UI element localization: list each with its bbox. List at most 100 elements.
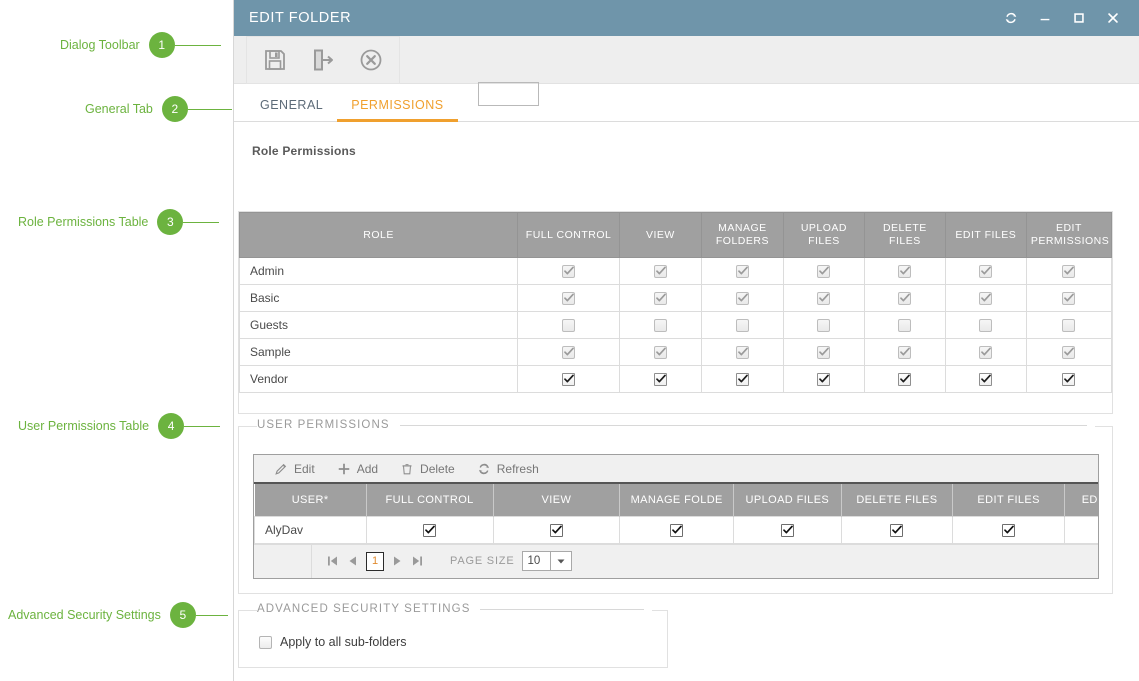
apply-subfolders-row[interactable]: Apply to all sub-folders xyxy=(259,635,667,649)
permission-checkbox[interactable] xyxy=(817,373,831,387)
user-permission-cell xyxy=(733,515,842,544)
permission-checkbox[interactable] xyxy=(735,373,749,387)
role-col-edit-permissions: EDIT PERMISSIONS xyxy=(1025,211,1113,259)
table-row: Admin xyxy=(238,257,1113,286)
check-mark-icon xyxy=(900,266,911,275)
permission-checkbox[interactable] xyxy=(653,373,667,387)
role-permission-cell xyxy=(618,365,702,394)
role-table-header-row: ROLE FULL CONTROL VIEW MANAGE FOLDERS UP… xyxy=(238,211,1113,259)
role-permission-cell xyxy=(863,338,946,367)
plus-icon xyxy=(337,462,351,476)
check-mark-icon xyxy=(425,525,435,534)
save-and-close-icon[interactable] xyxy=(299,40,347,80)
role-permission-cell xyxy=(782,257,865,286)
permission-checkbox xyxy=(898,319,912,333)
callout-5-label: Advanced Security Settings xyxy=(8,608,161,622)
role-permissions-table: ROLE FULL CONTROL VIEW MANAGE FOLDERS UP… xyxy=(238,211,1113,394)
delete-button[interactable]: Delete xyxy=(400,462,455,476)
user-permissions-table: USER* FULL CONTROL VIEW MANAGE FOLDE UPL… xyxy=(254,484,1098,544)
check-mark-icon xyxy=(900,347,911,356)
permission-checkbox[interactable] xyxy=(1002,523,1016,537)
permission-checkbox xyxy=(562,319,576,333)
screenshot-root: Dialog Toolbar 1 General Tab 2 Role Perm… xyxy=(0,0,1139,681)
permission-checkbox[interactable] xyxy=(562,373,576,387)
check-mark-icon xyxy=(782,525,793,534)
callout-3-badge: 3 xyxy=(157,209,184,235)
permission-checkbox[interactable] xyxy=(1062,373,1076,387)
chevron-down-icon[interactable] xyxy=(551,552,571,570)
save-icon[interactable] xyxy=(251,40,299,80)
role-permission-cell xyxy=(1025,284,1113,313)
role-name-cell: Vendor xyxy=(238,365,519,394)
tab-permissions[interactable]: PERMISSIONS xyxy=(337,98,458,122)
page-size-value[interactable]: 10 xyxy=(523,552,552,570)
check-mark-icon xyxy=(656,347,666,356)
permission-checkbox xyxy=(735,292,749,306)
permission-checkbox[interactable] xyxy=(670,523,684,537)
permission-checkbox[interactable] xyxy=(979,373,993,387)
permission-checkbox xyxy=(817,346,831,360)
permission-checkbox[interactable] xyxy=(549,523,563,537)
user-permission-cell xyxy=(619,515,735,544)
check-mark-icon xyxy=(819,374,830,383)
role-permission-cell xyxy=(863,284,946,313)
permission-checkbox xyxy=(898,346,912,360)
permission-checkbox[interactable] xyxy=(890,523,904,537)
legend-rule xyxy=(480,608,644,610)
permission-checkbox[interactable] xyxy=(898,373,912,387)
close-icon[interactable] xyxy=(1105,10,1121,26)
check-mark-icon xyxy=(981,293,992,302)
toolbar-button-group xyxy=(246,35,400,84)
check-mark-icon xyxy=(1064,347,1075,356)
role-permission-cell xyxy=(700,338,784,367)
check-mark-icon xyxy=(738,374,748,383)
check-mark-icon xyxy=(672,525,683,534)
table-row: Guests xyxy=(238,311,1113,340)
current-page[interactable]: 1 xyxy=(366,551,384,571)
role-permission-cell xyxy=(517,311,620,340)
edit-button[interactable]: Edit xyxy=(274,462,315,476)
refresh-button[interactable]: Refresh xyxy=(477,462,539,476)
permission-checkbox xyxy=(1062,292,1076,306)
role-col-upload-files: UPLOAD FILES xyxy=(782,211,865,259)
next-page-icon[interactable] xyxy=(390,554,404,568)
cancel-icon[interactable] xyxy=(347,40,395,80)
callout-2-label: General Tab xyxy=(85,102,153,116)
check-mark-icon xyxy=(564,347,574,356)
dialog-title: EDIT FOLDER xyxy=(249,10,352,26)
maximize-icon[interactable] xyxy=(1071,10,1087,26)
callout-5-badge: 5 xyxy=(169,602,196,628)
first-page-icon[interactable] xyxy=(326,554,340,568)
user-col-manage-folders: MANAGE FOLDE xyxy=(619,484,735,516)
role-permission-cell xyxy=(863,311,946,340)
apply-subfolders-checkbox[interactable] xyxy=(259,635,272,649)
delete-button-label: Delete xyxy=(420,461,455,476)
callout-5-line xyxy=(195,614,228,616)
add-button[interactable]: Add xyxy=(337,462,378,476)
user-table-body: AlyDav xyxy=(254,515,1098,544)
permission-checkbox xyxy=(1062,265,1076,279)
permission-checkbox xyxy=(979,319,993,333)
check-mark-icon xyxy=(738,293,748,302)
tab-general[interactable]: GENERAL xyxy=(246,98,337,121)
dialog-toolbar xyxy=(234,35,1139,84)
callout-1-line xyxy=(174,44,221,46)
permission-checkbox[interactable] xyxy=(423,523,437,537)
role-permission-cell xyxy=(618,257,702,286)
minimize-icon[interactable] xyxy=(1037,10,1053,26)
prev-page-icon[interactable] xyxy=(346,554,360,568)
last-page-icon[interactable] xyxy=(410,554,424,568)
callout-5: Advanced Security Settings 5 xyxy=(8,602,233,628)
user-grid-toolbar: Edit Add Delete Refresh xyxy=(254,455,1098,484)
role-col-delete-files: DELETE FILES xyxy=(863,211,946,259)
permission-checkbox xyxy=(653,319,667,333)
role-name-cell: Guests xyxy=(238,311,519,340)
permission-checkbox xyxy=(817,265,831,279)
callout-4-line xyxy=(184,425,221,427)
user-col-view: VIEW xyxy=(493,484,621,516)
permission-checkbox xyxy=(653,292,667,306)
refresh-icon[interactable] xyxy=(1003,10,1019,26)
role-permission-cell xyxy=(944,338,1027,367)
permission-checkbox[interactable] xyxy=(780,523,794,537)
page-size-select[interactable]: 10 xyxy=(522,551,573,571)
